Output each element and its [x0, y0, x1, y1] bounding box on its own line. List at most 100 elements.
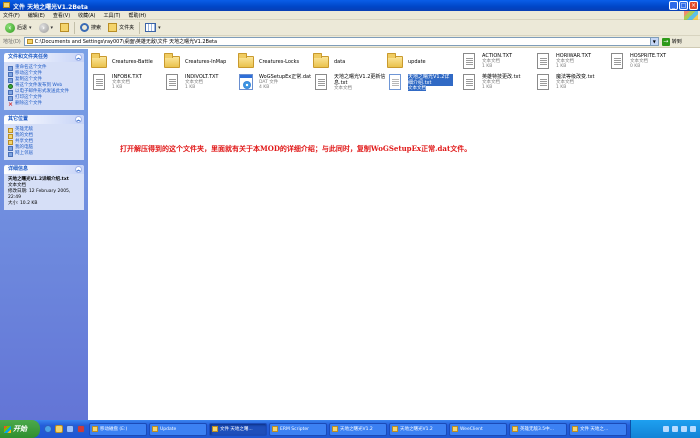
text-file-icon [389, 74, 401, 90]
go-arrow-icon: → [661, 37, 670, 46]
folder-icon [572, 426, 578, 432]
forward-button[interactable]: › ▾ [37, 22, 56, 34]
documents-icon [8, 133, 13, 139]
print-icon [8, 95, 13, 101]
file-item[interactable]: 天地之曙光V1.2更新信息.txt 文本文档 [312, 73, 397, 95]
forward-arrow-icon: › [38, 22, 49, 33]
toolbar-separator [74, 21, 76, 34]
item-size: 1 KB [556, 85, 567, 90]
address-value: C:\Documents and Settings\ray007\桌面\英雄无敌… [34, 39, 218, 45]
details-panel: 详细信息 ︽ 天地之曙光V1.2详细介绍.txt 文本文档 修改日期: 12 F… [4, 165, 84, 210]
views-button[interactable]: ▾ [143, 22, 163, 34]
taskbar-item[interactable]: ERM Scripter [269, 422, 327, 436]
item-size: 1 KB [482, 64, 493, 69]
file-item[interactable]: WoGSetupEx正常.dat DAT 文件 4 KB [237, 73, 322, 95]
system-tray [630, 420, 700, 438]
folders-button[interactable]: 文件夹 [106, 22, 136, 34]
taskbar-item-label: 英雄无敌3.5中... [520, 427, 554, 432]
file-item[interactable]: 英雄特技更改.txt 文本文档 1 KB [460, 73, 545, 95]
taskbar-item[interactable]: Update [149, 422, 207, 436]
browser-icon[interactable] [44, 425, 52, 433]
taskbar-item-label: 天地之曙光V1.2 [400, 427, 433, 432]
folder-item[interactable]: Creatures-InMap [163, 52, 248, 74]
show-desktop-icon[interactable] [66, 425, 74, 433]
item-size: 0 KB [630, 64, 641, 69]
file-tasks-header[interactable]: 文件和文件夹任务 ︽ [4, 53, 84, 62]
start-button[interactable]: 开始 [0, 420, 40, 438]
folder-item[interactable]: data [312, 52, 397, 74]
text-file-icon [332, 426, 338, 432]
file-item[interactable]: HORIWAR.TXT 文本文档 1 KB [534, 52, 619, 74]
menu-edit[interactable]: 编辑(E) [28, 12, 45, 19]
search-icon [80, 23, 90, 32]
search-button[interactable]: 搜索 [78, 22, 103, 34]
file-item[interactable]: INDIVOLT.TXT 文本文档 1 KB [163, 73, 248, 95]
network-icon [8, 151, 13, 157]
taskbar-item-label: 文件 天地之曙... [220, 427, 253, 432]
address-input[interactable]: C:\Documents and Settings\ray007\桌面\英雄无敌… [23, 37, 659, 46]
taskbar-item[interactable]: 天地之曙光V1.2 [389, 422, 447, 436]
other-places-header[interactable]: 其它位置 ︽ [4, 115, 84, 124]
quick-launch [40, 425, 89, 433]
back-arrow-icon: ‹ [5, 22, 15, 33]
taskbar-item[interactable]: 移动磁盘 (E:) [89, 422, 147, 436]
app-icon [452, 426, 458, 432]
file-view[interactable]: Creatures-Battle Creatures-InMap Creatur… [88, 49, 700, 420]
file-item[interactable]: ACTION.TXT 文本文档 1 KB [460, 52, 545, 74]
item-name: data [334, 59, 346, 65]
folder-icon [8, 127, 13, 133]
maximize-button[interactable]: □ [679, 1, 688, 10]
tray-icon[interactable] [663, 426, 669, 432]
taskbar-item[interactable]: 英雄无敌3.5中... [509, 422, 567, 436]
move-icon [8, 71, 13, 77]
folders-icon [108, 23, 118, 32]
network-icon[interactable] [690, 426, 696, 432]
task-delete[interactable]: × 删除这个文件 [8, 101, 81, 107]
file-item-selected[interactable]: 天地之曙光V1.2详细介绍.txt 文本文档 [386, 73, 471, 95]
details-header[interactable]: 详细信息 ︽ [4, 165, 84, 174]
close-button[interactable]: × [689, 1, 698, 10]
taskbar-item-active[interactable]: 文件 天地之曙... [209, 422, 267, 436]
file-item[interactable]: 魔法等级改变.txt 文本文档 1 KB [534, 73, 619, 95]
menu-help[interactable]: 帮助(H) [128, 12, 146, 19]
taskbar-item[interactable]: 文件 天地之... [569, 422, 627, 436]
place-network[interactable]: 网上邻居 [8, 151, 81, 157]
taskbar-item-label: 文件 天地之... [580, 427, 609, 432]
volume-icon[interactable] [681, 426, 687, 432]
game-icon[interactable] [77, 425, 85, 433]
copy-icon [8, 77, 13, 83]
item-size: 1 KB [556, 64, 567, 69]
back-button[interactable]: ‹ 后退 ▾ [3, 22, 34, 34]
collapse-icon[interactable]: ︽ [75, 54, 82, 61]
collapse-icon[interactable]: ︽ [75, 166, 82, 173]
menu-favorites[interactable]: 收藏(A) [78, 12, 95, 19]
windows-logo-icon [684, 11, 698, 20]
file-item[interactable]: HOSPRITE.TXT 文本文档 0 KB [608, 52, 693, 74]
browser-icon [512, 426, 518, 432]
go-button[interactable]: → 转到 [661, 37, 682, 46]
taskbar-item[interactable]: WeeClient [449, 422, 507, 436]
back-label: 后退 [17, 25, 28, 31]
folder-item[interactable]: update [386, 52, 471, 74]
taskbar-item[interactable]: 天地之曙光V1.2 [329, 422, 387, 436]
menu-file[interactable]: 文件(F) [3, 12, 20, 19]
taskbar: 开始 移动磁盘 (E:) Update 文件 天地之曙... ERM Scrip… [0, 420, 700, 438]
start-label: 开始 [13, 425, 27, 433]
text-file-icon [392, 426, 398, 432]
taskbar-item-label: Update [160, 426, 177, 432]
toolbar-separator [139, 21, 141, 34]
details-title: 详细信息 [8, 166, 29, 172]
menu-tools[interactable]: 工具(T) [104, 12, 121, 19]
text-file-icon [611, 53, 623, 69]
collapse-icon[interactable]: ︽ [75, 116, 82, 123]
folder-icon[interactable] [55, 425, 63, 433]
search-label: 搜索 [91, 25, 102, 31]
folder-item[interactable]: Creatures-Locks [237, 52, 322, 74]
item-type: 文本文档 [408, 86, 426, 91]
tray-icon[interactable] [672, 426, 678, 432]
minimize-button[interactable]: _ [669, 1, 678, 10]
folder-icon [164, 53, 180, 68]
up-folder-button[interactable] [58, 22, 71, 34]
menu-view[interactable]: 查看(V) [53, 12, 70, 19]
address-dropdown-button[interactable]: ▼ [649, 38, 658, 45]
